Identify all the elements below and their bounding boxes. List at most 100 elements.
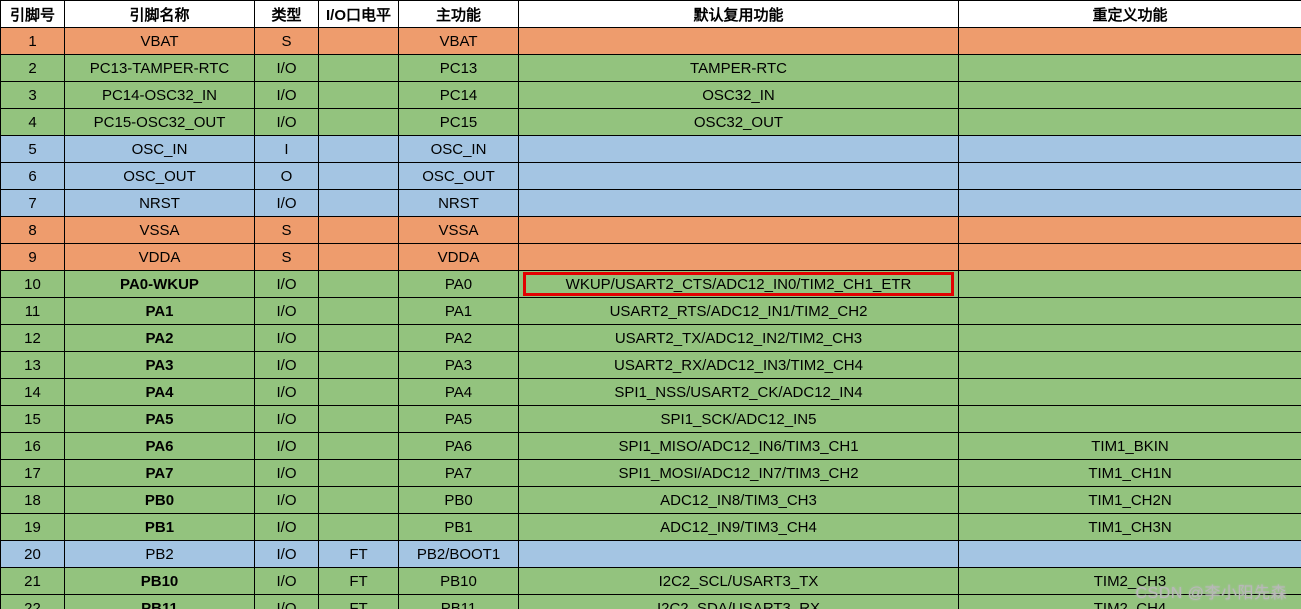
cell-redef-func	[959, 55, 1301, 82]
cell-main-func: PA6	[399, 433, 519, 460]
cell-type: I/O	[255, 55, 319, 82]
cell-redef-func	[959, 298, 1301, 325]
cell-pin-number: 16	[1, 433, 65, 460]
cell-redef-func	[959, 244, 1301, 271]
cell-alt-func: I2C2_SDA/USART3_RX	[519, 595, 959, 609]
cell-io-level	[319, 271, 399, 298]
cell-main-func: PB2/BOOT1	[399, 541, 519, 568]
cell-main-func: PC13	[399, 55, 519, 82]
cell-pin-number: 6	[1, 163, 65, 190]
cell-pin-name: OSC_IN	[65, 136, 255, 163]
cell-main-func: PA1	[399, 298, 519, 325]
cell-type: I/O	[255, 109, 319, 136]
cell-alt-func	[519, 244, 959, 271]
cell-io-level	[319, 487, 399, 514]
cell-type: I/O	[255, 460, 319, 487]
cell-alt-func	[519, 163, 959, 190]
cell-redef-func	[959, 82, 1301, 109]
cell-type: I/O	[255, 433, 319, 460]
cell-io-level	[319, 55, 399, 82]
cell-io-level	[319, 82, 399, 109]
table-row: 12PA2I/OPA2USART2_TX/ADC12_IN2/TIM2_CH3	[1, 325, 1301, 352]
table-row: 22PB11I/OFTPB11I2C2_SDA/USART3_RXTIM2_CH…	[1, 595, 1301, 609]
cell-type: I/O	[255, 487, 319, 514]
cell-main-func: NRST	[399, 190, 519, 217]
table-row: 3PC14-OSC32_INI/OPC14OSC32_IN	[1, 82, 1301, 109]
cell-alt-func: WKUP/USART2_CTS/ADC12_IN0/TIM2_CH1_ETR	[519, 271, 959, 298]
cell-pin-name: PA5	[65, 406, 255, 433]
cell-type: I/O	[255, 271, 319, 298]
cell-io-level	[319, 352, 399, 379]
header-pin-name: 引脚名称	[65, 1, 255, 28]
cell-pin-name: OSC_OUT	[65, 163, 255, 190]
cell-io-level	[319, 514, 399, 541]
table-row: 5OSC_INIOSC_IN	[1, 136, 1301, 163]
cell-main-func: PB10	[399, 568, 519, 595]
cell-type: I/O	[255, 190, 319, 217]
cell-io-level	[319, 433, 399, 460]
header-redef-func: 重定义功能	[959, 1, 1301, 28]
cell-alt-func: USART2_RX/ADC12_IN3/TIM2_CH4	[519, 352, 959, 379]
table-row: 17PA7I/OPA7SPI1_MOSI/ADC12_IN7/TIM3_CH2T…	[1, 460, 1301, 487]
cell-pin-number: 12	[1, 325, 65, 352]
table-row: 9VDDASVDDA	[1, 244, 1301, 271]
cell-pin-number: 18	[1, 487, 65, 514]
cell-redef-func	[959, 406, 1301, 433]
cell-type: I/O	[255, 568, 319, 595]
table-row: 1VBATSVBAT	[1, 28, 1301, 55]
cell-redef-func: TIM1_CH1N	[959, 460, 1301, 487]
cell-io-level	[319, 190, 399, 217]
cell-redef-func	[959, 109, 1301, 136]
cell-type: I/O	[255, 298, 319, 325]
cell-redef-func	[959, 217, 1301, 244]
cell-io-level	[319, 298, 399, 325]
table-row: 2PC13-TAMPER-RTCI/OPC13TAMPER-RTC	[1, 55, 1301, 82]
cell-alt-func: ADC12_IN9/TIM3_CH4	[519, 514, 959, 541]
cell-pin-number: 15	[1, 406, 65, 433]
table-row: 15PA5I/OPA5SPI1_SCK/ADC12_IN5	[1, 406, 1301, 433]
cell-type: I/O	[255, 325, 319, 352]
cell-type: I/O	[255, 352, 319, 379]
cell-redef-func: TIM1_CH2N	[959, 487, 1301, 514]
header-alt-func: 默认复用功能	[519, 1, 959, 28]
cell-pin-name: PA3	[65, 352, 255, 379]
cell-type: I/O	[255, 514, 319, 541]
cell-redef-func	[959, 379, 1301, 406]
cell-alt-func: OSC32_IN	[519, 82, 959, 109]
cell-redef-func: TIM1_BKIN	[959, 433, 1301, 460]
table-row: 21PB10I/OFTPB10I2C2_SCL/USART3_TXTIM2_CH…	[1, 568, 1301, 595]
cell-pin-number: 3	[1, 82, 65, 109]
cell-pin-name: VDDA	[65, 244, 255, 271]
table-row: 19PB1I/OPB1ADC12_IN9/TIM3_CH4TIM1_CH3N	[1, 514, 1301, 541]
cell-alt-func	[519, 541, 959, 568]
cell-pin-name: PB10	[65, 568, 255, 595]
cell-main-func: VSSA	[399, 217, 519, 244]
cell-pin-name: VSSA	[65, 217, 255, 244]
cell-pin-number: 10	[1, 271, 65, 298]
cell-main-func: PB0	[399, 487, 519, 514]
cell-io-level	[319, 217, 399, 244]
cell-pin-name: PC14-OSC32_IN	[65, 82, 255, 109]
cell-pin-number: 19	[1, 514, 65, 541]
cell-io-level	[319, 136, 399, 163]
table-row: 11PA1I/OPA1USART2_RTS/ADC12_IN1/TIM2_CH2	[1, 298, 1301, 325]
cell-pin-number: 21	[1, 568, 65, 595]
cell-pin-name: PA4	[65, 379, 255, 406]
cell-main-func: PC15	[399, 109, 519, 136]
cell-pin-name: PA0-WKUP	[65, 271, 255, 298]
cell-io-level	[319, 244, 399, 271]
cell-pin-name: PA2	[65, 325, 255, 352]
cell-main-func: OSC_OUT	[399, 163, 519, 190]
cell-pin-number: 17	[1, 460, 65, 487]
cell-redef-func	[959, 541, 1301, 568]
cell-io-level: FT	[319, 568, 399, 595]
cell-type: S	[255, 28, 319, 55]
cell-pin-number: 1	[1, 28, 65, 55]
cell-alt-func: I2C2_SCL/USART3_TX	[519, 568, 959, 595]
cell-pin-number: 13	[1, 352, 65, 379]
cell-pin-name: PB0	[65, 487, 255, 514]
cell-alt-func	[519, 190, 959, 217]
cell-pin-number: 11	[1, 298, 65, 325]
cell-io-level: FT	[319, 595, 399, 609]
cell-type: O	[255, 163, 319, 190]
